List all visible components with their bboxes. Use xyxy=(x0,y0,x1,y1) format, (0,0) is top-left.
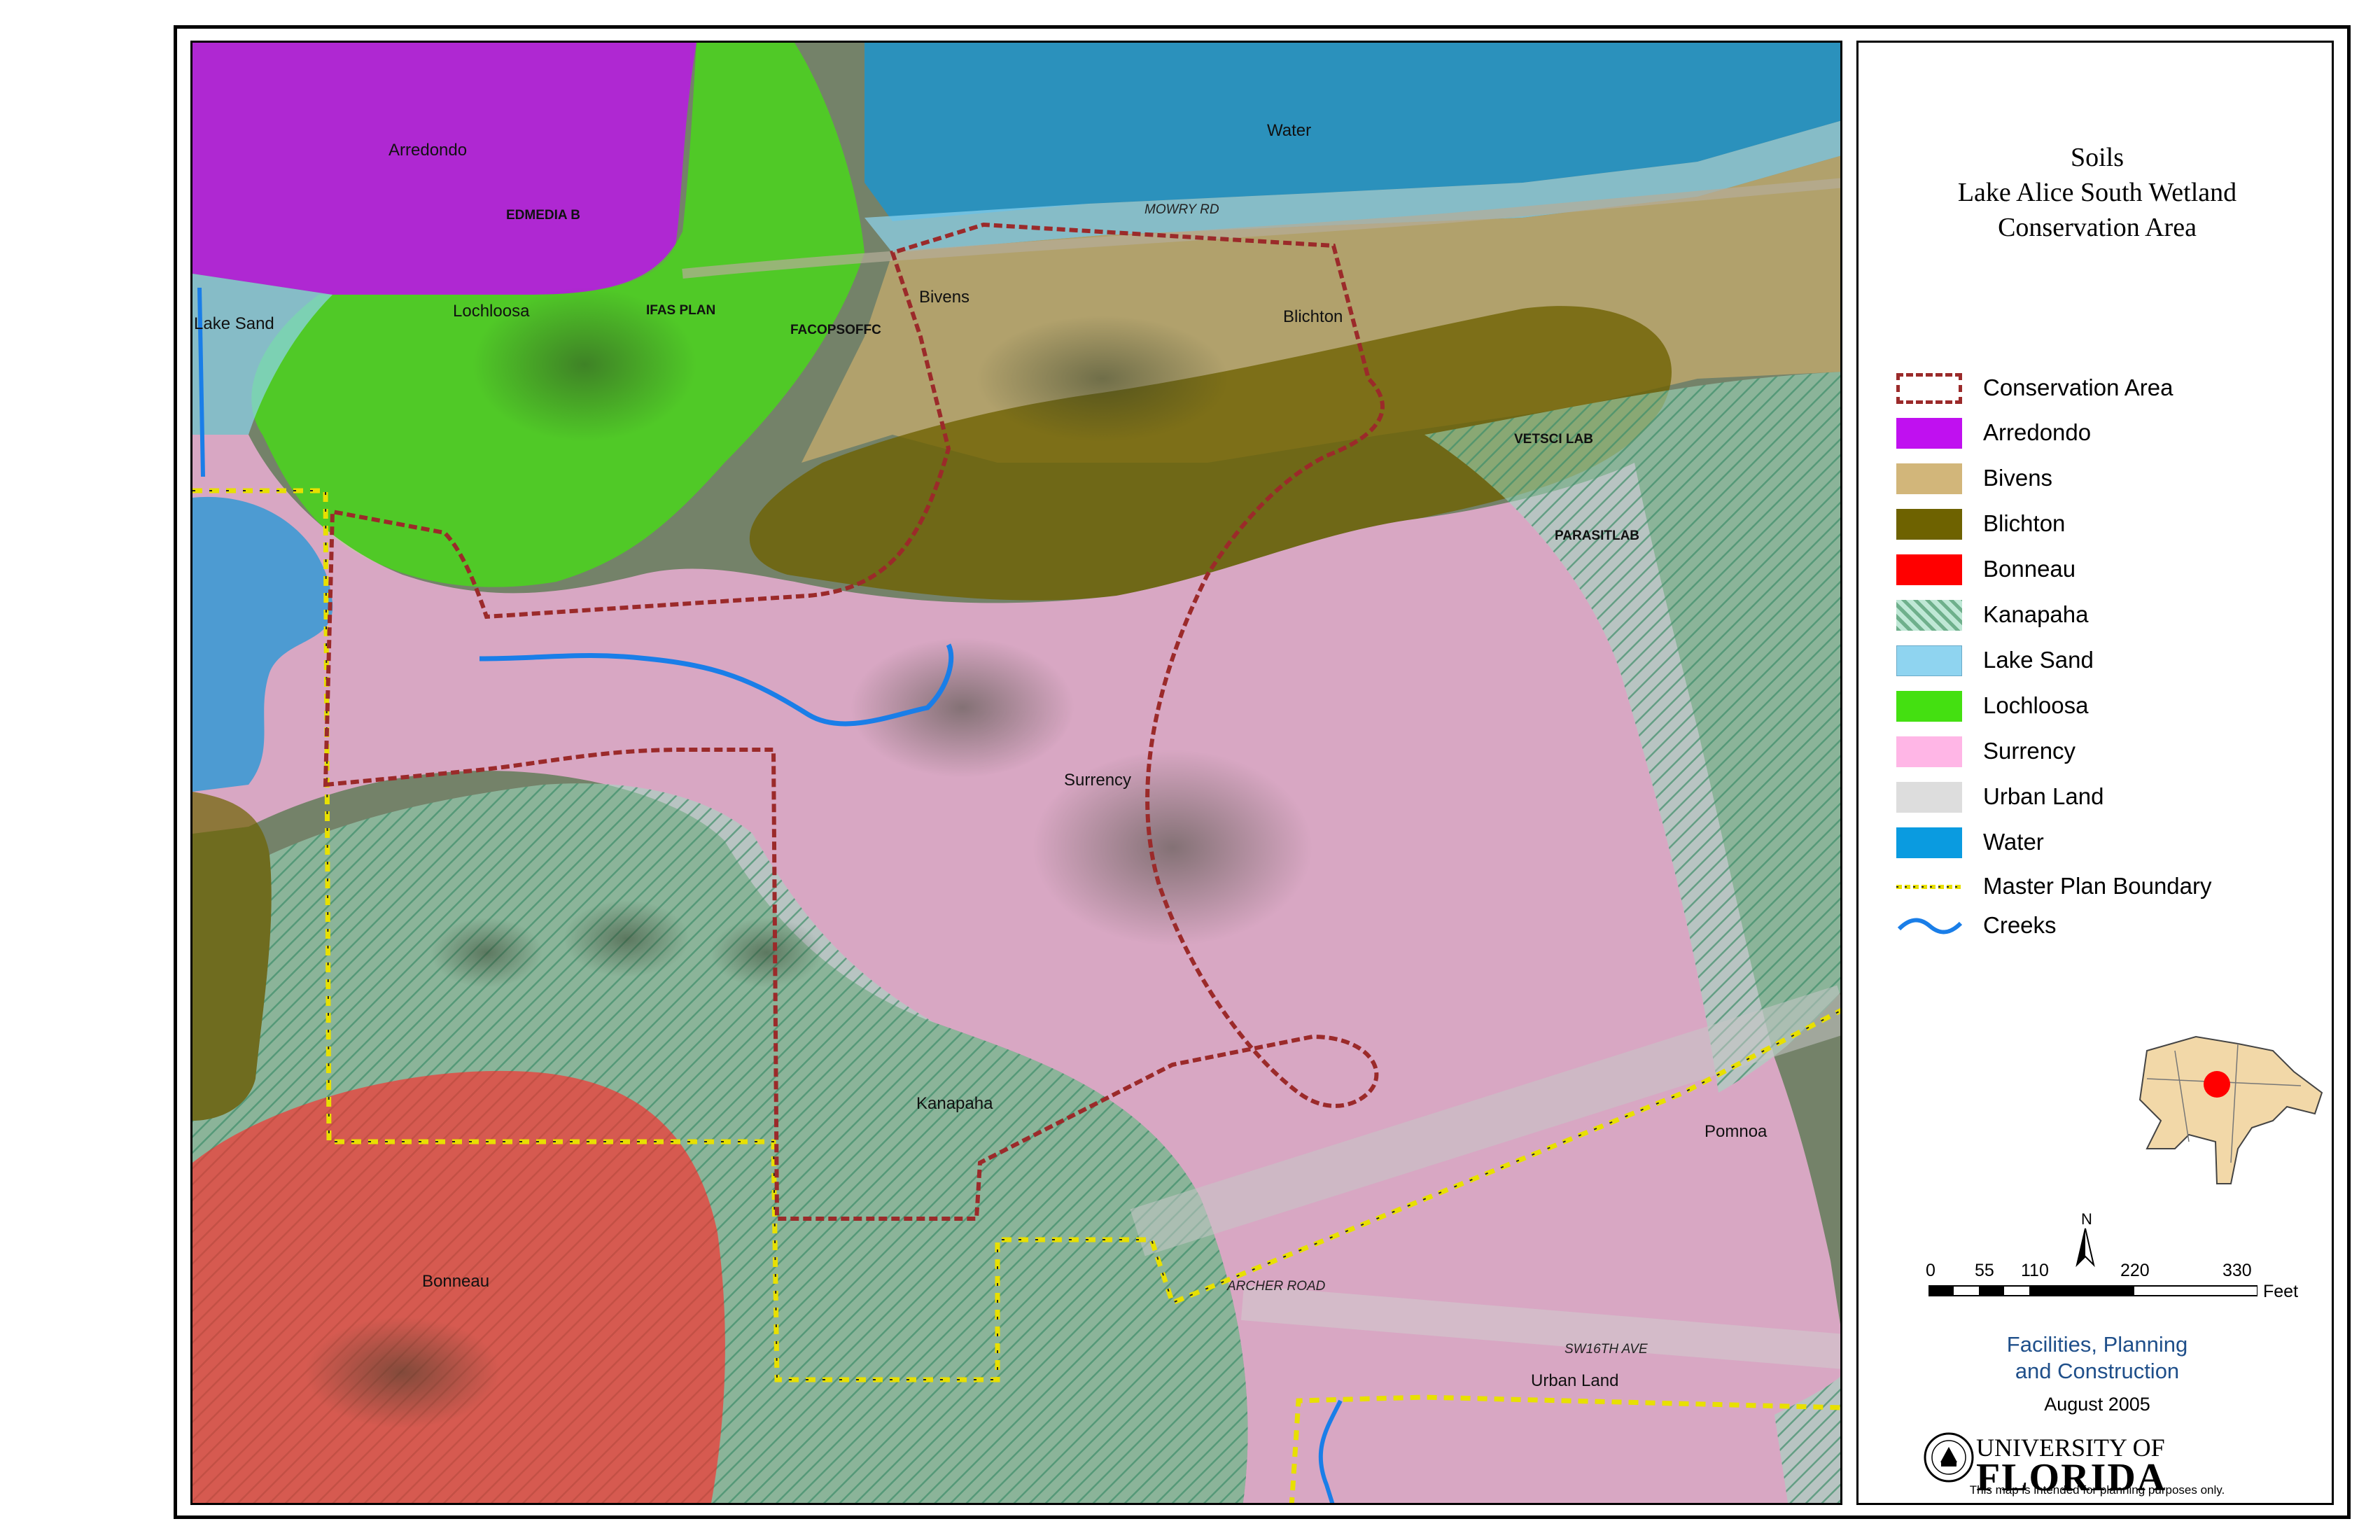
scale-tick-1: 55 xyxy=(1975,1261,1994,1280)
scale-unit: Feet xyxy=(2263,1282,2299,1301)
credits-line2: and Construction xyxy=(2015,1359,2180,1383)
svg-text:N: N xyxy=(2081,1210,2092,1228)
label-arredondo: Arredondo xyxy=(388,141,468,160)
label-mowry-rd: MOWRY RD xyxy=(1144,202,1219,217)
label-surrency: Surrency xyxy=(1064,771,1132,790)
locator-marker xyxy=(2204,1071,2230,1098)
bonneau-swatch xyxy=(1896,554,1962,585)
map-canvas[interactable]: Arredondo Lochloosa Lake Sand Bivens Bli… xyxy=(190,41,1842,1505)
water-swatch xyxy=(1896,827,1962,858)
label-pomona: Pomnoa xyxy=(1704,1122,1768,1141)
label-vetsci: VETSCI LAB xyxy=(1514,432,1593,447)
map-date: August 2005 xyxy=(2044,1394,2150,1415)
legend-label-creeks: Creeks xyxy=(1983,912,2057,938)
legend-label-surrency: Surrency xyxy=(1983,738,2076,764)
legend-label-master-plan: Master Plan Boundary xyxy=(1983,873,2212,899)
credits-line1: Facilities, Planning xyxy=(2006,1332,2188,1357)
blichton-swatch xyxy=(1896,509,1962,540)
label-kanapaha: Kanapaha xyxy=(916,1094,993,1113)
label-urban-land: Urban Land xyxy=(1531,1371,1619,1390)
locator-map xyxy=(2138,1035,2323,1184)
scale-tick-2: 110 xyxy=(2021,1261,2049,1280)
legend-item-master-plan: Master Plan Boundary xyxy=(1896,872,2212,904)
label-ifas: IFAS PLAN xyxy=(646,303,716,318)
kanapaha-swatch xyxy=(1896,600,1962,631)
legend-label-bonneau: Bonneau xyxy=(1983,556,2076,582)
legend-label-urban-land: Urban Land xyxy=(1983,783,2104,809)
legend-label-water: Water xyxy=(1983,829,2044,855)
label-water: Water xyxy=(1267,121,1312,140)
legend-label-lochloosa: Lochloosa xyxy=(1983,692,2089,718)
scale-tick-0: 0 xyxy=(1926,1261,1935,1280)
label-facops: FACOPSOFFC xyxy=(790,323,881,337)
legend-item-creeks: Creeks xyxy=(1896,911,2057,943)
scale-bar-graphic xyxy=(1928,1285,2258,1296)
creek-swatch xyxy=(1897,918,1963,934)
arredondo-swatch xyxy=(1896,418,1962,449)
label-lake-sand: Lake Sand xyxy=(194,314,274,333)
bivens-swatch xyxy=(1896,463,1962,494)
scale-tick-3: 220 xyxy=(2120,1261,2150,1280)
legend-label-conservation: Conservation Area xyxy=(1983,374,2174,400)
legend-panel: Soils Lake Alice South Wetland Conservat… xyxy=(1856,41,2334,1505)
legend-label-kanapaha: Kanapaha xyxy=(1983,601,2089,627)
label-bivens: Bivens xyxy=(919,288,970,307)
legend-label-lake-sand: Lake Sand xyxy=(1983,647,2094,673)
master-plan-swatch xyxy=(1896,885,1962,889)
legend-label-blichton: Blichton xyxy=(1983,510,2066,536)
label-archer-road: ARCHER ROAD xyxy=(1227,1279,1326,1294)
disclaimer-text: This map is intended for planning purpos… xyxy=(1969,1483,2225,1497)
soil-arredondo xyxy=(192,43,696,295)
label-edmedia: EDMEDIA B xyxy=(506,208,580,223)
urban-land-swatch xyxy=(1896,782,1962,813)
map-title-line2: Lake Alice South Wetland xyxy=(1957,178,2237,207)
map-title-line1: Soils xyxy=(2070,143,2124,172)
label-sw16th-ave: SW16TH AVE xyxy=(1564,1342,1648,1357)
label-bonneau: Bonneau xyxy=(422,1272,490,1291)
map-title-line3: Conservation Area xyxy=(1998,213,2197,242)
uf-seal-icon xyxy=(1924,1432,1974,1483)
label-parasit: PARASITLAB xyxy=(1555,528,1640,543)
surrency-swatch xyxy=(1896,736,1962,767)
conservation-swatch xyxy=(1896,373,1962,404)
scale-tick-4: 330 xyxy=(2222,1261,2252,1280)
scale-bar: 0 55 110 220 330 Feet xyxy=(1926,1261,2298,1317)
label-blichton: Blichton xyxy=(1283,307,1343,326)
lochloosa-swatch xyxy=(1896,691,1962,722)
legend-label-arredondo: Arredondo xyxy=(1983,419,2092,445)
lake-sand-swatch xyxy=(1896,645,1962,676)
legend-label-bivens: Bivens xyxy=(1983,465,2053,491)
label-lochloosa: Lochloosa xyxy=(453,302,530,321)
